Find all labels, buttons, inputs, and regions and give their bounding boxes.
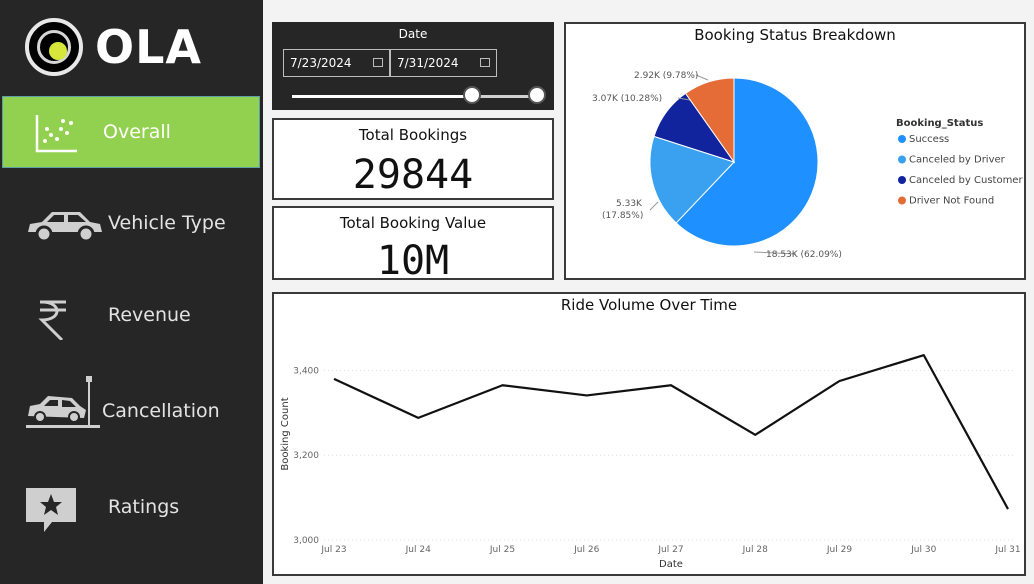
calendar-icon[interactable] xyxy=(373,58,383,67)
nav-item-overall[interactable]: Overall xyxy=(2,96,260,168)
kpi-value: 10M xyxy=(376,238,450,284)
x-tick-label: Jul 23 xyxy=(320,545,346,555)
date-slider-start-handle[interactable] xyxy=(463,86,481,104)
pie-data-label: 5.33K xyxy=(616,199,643,209)
nav-label-overall: Overall xyxy=(103,121,171,143)
legend-swatch xyxy=(898,155,906,164)
calendar-icon[interactable] xyxy=(480,58,490,67)
nav-label-vehicle-type: Vehicle Type xyxy=(108,212,226,234)
y-tick-label: 3,000 xyxy=(293,536,319,546)
legend-swatch xyxy=(898,196,906,205)
legend-item[interactable]: Success xyxy=(909,134,949,145)
data-point[interactable] xyxy=(500,382,506,388)
y-tick-label: 3,400 xyxy=(293,366,319,376)
legend-swatch xyxy=(898,176,906,184)
data-point[interactable] xyxy=(415,415,421,421)
data-point[interactable] xyxy=(331,376,337,382)
y-tick-label: 3,200 xyxy=(293,451,319,461)
scatter-chart-icon xyxy=(35,115,77,153)
star-review-icon xyxy=(26,488,76,532)
data-point[interactable] xyxy=(668,382,674,388)
date-slider-fill xyxy=(292,95,472,98)
booking-status-chart-panel: Booking Status Breakdown 18.53K (62.09%)… xyxy=(564,22,1026,280)
x-tick-label: Jul 29 xyxy=(826,545,852,555)
rupee-icon xyxy=(38,300,66,340)
legend-item[interactable]: Driver Not Found xyxy=(909,196,994,207)
car-icon xyxy=(28,212,102,243)
legend-title: Booking_Status xyxy=(896,118,983,129)
data-point[interactable] xyxy=(921,352,927,358)
date-filter-panel: Date 7/23/2024 7/31/2024 xyxy=(272,22,554,110)
line-chart: 3,000 3,200 3,400 Jul 23 Jul 24 Jul 25 Jul 26 J… xyxy=(280,352,1021,570)
start-date-input[interactable]: 7/23/2024 xyxy=(283,49,390,77)
ola-logo-icon xyxy=(25,18,83,76)
kpi-card-total-bookings: Total Bookings 29844 xyxy=(272,118,554,200)
pie-chart: 18.53K (62.09%) 5.33K (17.85%) 3.07K (10.28… xyxy=(592,71,1023,260)
x-tick-label: Jul 27 xyxy=(657,545,683,555)
data-point[interactable] xyxy=(837,378,843,384)
end-date-input[interactable]: 7/31/2024 xyxy=(390,49,497,77)
x-tick-label: Jul 25 xyxy=(489,545,515,555)
nav-item-ratings[interactable]: Ratings xyxy=(2,472,260,544)
nav-item-cancellation[interactable]: Cancellation xyxy=(2,376,260,448)
nav-label-cancellation: Cancellation xyxy=(102,400,220,422)
legend-swatch xyxy=(898,135,906,143)
x-tick-label: Jul 26 xyxy=(573,545,599,555)
data-point[interactable] xyxy=(584,392,590,398)
data-point[interactable] xyxy=(752,432,758,438)
data-point[interactable] xyxy=(1005,506,1011,512)
pie-data-label: 3.07K (10.28%) xyxy=(592,94,662,104)
x-tick-label: Jul 28 xyxy=(742,545,768,555)
x-tick-label: Jul 30 xyxy=(910,545,936,555)
x-axis-label: Date xyxy=(659,559,683,570)
kpi-title: Total Booking Value xyxy=(339,214,487,232)
x-tick-label: Jul 24 xyxy=(405,545,431,555)
date-slider-end-handle[interactable] xyxy=(528,86,546,104)
pie-data-label: 2.92K (9.78%) xyxy=(634,71,698,81)
pie-leader-line xyxy=(649,201,659,211)
series-line[interactable] xyxy=(333,354,1009,510)
kpi-value: 29844 xyxy=(352,152,474,198)
legend-item[interactable]: Canceled by Customer xyxy=(909,175,1023,186)
logo-text: OLA xyxy=(95,20,203,74)
nav-item-revenue[interactable]: Revenue xyxy=(2,280,260,352)
ola-logo: OLA xyxy=(25,18,215,80)
x-tick-label: Jul 31 xyxy=(994,545,1020,555)
sidebar: OLA Overall Vehicle Type Revenue Cancell… xyxy=(0,0,263,584)
legend-item[interactable]: Canceled by Driver xyxy=(909,155,1006,166)
pie-data-label: 18.53K (62.09%) xyxy=(766,250,842,260)
nav-item-vehicle-type[interactable]: Vehicle Type xyxy=(2,188,260,260)
nav-label-revenue: Revenue xyxy=(108,304,191,326)
kpi-card-total-booking-value: Total Booking Value 10M xyxy=(272,206,554,284)
car-crash-icon xyxy=(26,376,100,428)
ride-volume-chart-panel: Ride Volume Over Time 3,000 3,200 3,400 Jul… xyxy=(272,292,1026,576)
kpi-title: Total Bookings xyxy=(358,126,468,144)
nav-label-ratings: Ratings xyxy=(108,496,180,518)
pie-data-label: (17.85%) xyxy=(602,211,643,221)
date-filter-title: Date xyxy=(398,27,428,41)
y-axis-label: Booking Count xyxy=(280,397,291,470)
